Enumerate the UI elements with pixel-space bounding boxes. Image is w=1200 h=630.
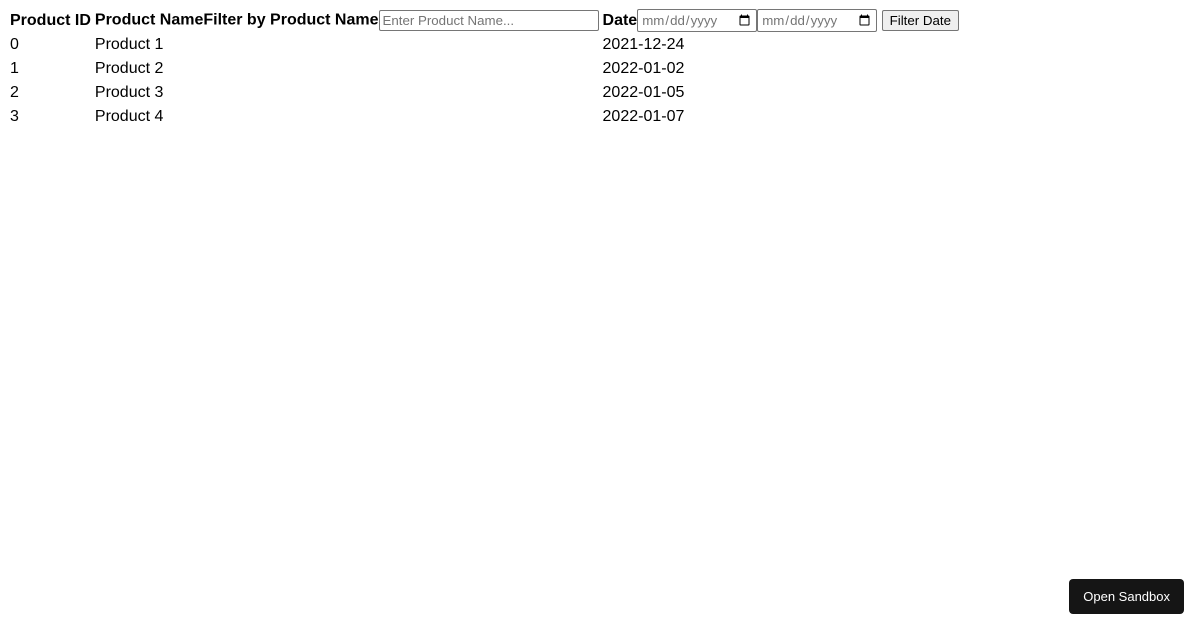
date-from-input[interactable] xyxy=(637,9,757,32)
filter-name-label: Filter by Product Name xyxy=(203,12,378,29)
date-to-input[interactable] xyxy=(757,9,877,32)
cell-product-id: 1 xyxy=(8,57,93,81)
header-product-name: Product NameFilter by Product Name xyxy=(93,8,601,33)
cell-date: 2021-12-24 xyxy=(601,33,961,57)
cell-product-name: Product 3 xyxy=(93,81,601,105)
open-sandbox-button[interactable]: Open Sandbox xyxy=(1069,579,1184,614)
header-date: Date Filter Date xyxy=(601,8,961,33)
table-row: 0Product 12021-12-24 xyxy=(8,33,961,57)
cell-product-id: 0 xyxy=(8,33,93,57)
header-product-id: Product ID xyxy=(8,8,93,33)
table-row: 2Product 32022-01-05 xyxy=(8,81,961,105)
cell-date: 2022-01-05 xyxy=(601,81,961,105)
filter-name-input[interactable] xyxy=(379,10,599,31)
filter-date-button[interactable]: Filter Date xyxy=(882,10,959,31)
header-date-label: Date xyxy=(603,12,638,29)
cell-product-name: Product 2 xyxy=(93,57,601,81)
table-row: 1Product 22022-01-02 xyxy=(8,57,961,81)
product-table: Product ID Product NameFilter by Product… xyxy=(8,8,961,129)
cell-product-name: Product 4 xyxy=(93,105,601,129)
cell-product-id: 3 xyxy=(8,105,93,129)
cell-date: 2022-01-07 xyxy=(601,105,961,129)
cell-date: 2022-01-02 xyxy=(601,57,961,81)
table-header-row: Product ID Product NameFilter by Product… xyxy=(8,8,961,33)
table-row: 3Product 42022-01-07 xyxy=(8,105,961,129)
cell-product-name: Product 1 xyxy=(93,33,601,57)
cell-product-id: 2 xyxy=(8,81,93,105)
header-product-name-label: Product Name xyxy=(95,12,203,29)
table-body: 0Product 12021-12-241Product 22022-01-02… xyxy=(8,33,961,129)
